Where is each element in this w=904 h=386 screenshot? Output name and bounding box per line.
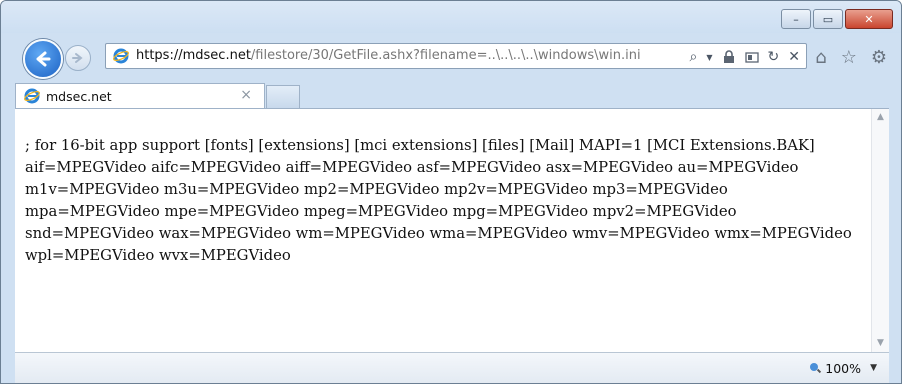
- forward-icon: [72, 53, 83, 63]
- url-host: mdsec.net: [182, 48, 251, 63]
- zoom-level: 100%: [825, 361, 861, 376]
- page-content: ; for 16-bit app support [fonts] [extens…: [15, 108, 889, 352]
- zoom-dropdown-icon[interactable]: ▼: [870, 363, 877, 373]
- url-scheme: https://: [136, 48, 183, 63]
- back-button[interactable]: [23, 39, 63, 79]
- refresh-icon[interactable]: ↻: [768, 49, 780, 65]
- scroll-up-icon[interactable]: ▲: [872, 109, 889, 126]
- browser-tools: ⌂ ☆ ⚙: [815, 47, 887, 68]
- home-icon[interactable]: ⌂: [815, 47, 826, 68]
- close-window-button[interactable]: ✕: [845, 9, 893, 29]
- zoom-icon: [810, 363, 822, 374]
- tab-mdsec[interactable]: mdsec.net ×: [15, 83, 265, 108]
- url-text[interactable]: https://mdsec.net/filestore/30/GetFile.a…: [136, 48, 641, 63]
- dropdown-icon[interactable]: ▼: [706, 53, 712, 62]
- title-bar: – ▭ ✕: [1, 1, 901, 33]
- gear-icon[interactable]: ⚙: [871, 47, 887, 68]
- ie-logo-icon: [24, 88, 40, 104]
- address-bar[interactable]: https://mdsec.net/filestore/30/GetFile.a…: [105, 43, 807, 69]
- navigation-bar: https://mdsec.net/filestore/30/GetFile.a…: [1, 33, 901, 81]
- lock-icon[interactable]: [722, 50, 736, 64]
- new-tab-button[interactable]: [266, 85, 300, 108]
- minimize-button[interactable]: –: [781, 9, 811, 29]
- tab-label: mdsec.net: [46, 89, 112, 104]
- window-controls: – ▭ ✕: [781, 9, 893, 29]
- ie-logo-icon: [113, 48, 129, 64]
- zoom-control[interactable]: 100%: [809, 361, 861, 376]
- star-icon[interactable]: ☆: [841, 47, 857, 68]
- tab-strip: mdsec.net ×: [1, 81, 901, 108]
- stop-icon[interactable]: ✕: [788, 49, 800, 65]
- address-tools: ⌕ ▼ ↻ ✕: [690, 46, 800, 68]
- compat-icon[interactable]: [744, 50, 759, 64]
- back-icon: [36, 51, 51, 67]
- maximize-button[interactable]: ▭: [813, 9, 843, 29]
- search-icon[interactable]: ⌕: [690, 49, 698, 65]
- vertical-scrollbar[interactable]: ▲ ▼: [871, 109, 889, 352]
- file-contents-text: ; for 16-bit app support [fonts] [extens…: [25, 137, 852, 264]
- forward-button[interactable]: [65, 45, 91, 71]
- status-bar: 100% ▼: [15, 352, 889, 383]
- tab-close-icon[interactable]: ×: [240, 87, 252, 103]
- url-path: /filestore/30/GetFile.ashx?filename=..\.…: [250, 48, 641, 63]
- scroll-down-icon[interactable]: ▼: [872, 335, 889, 352]
- browser-window: – ▭ ✕ https://mdsec.net/filestore/30/Get…: [0, 0, 902, 384]
